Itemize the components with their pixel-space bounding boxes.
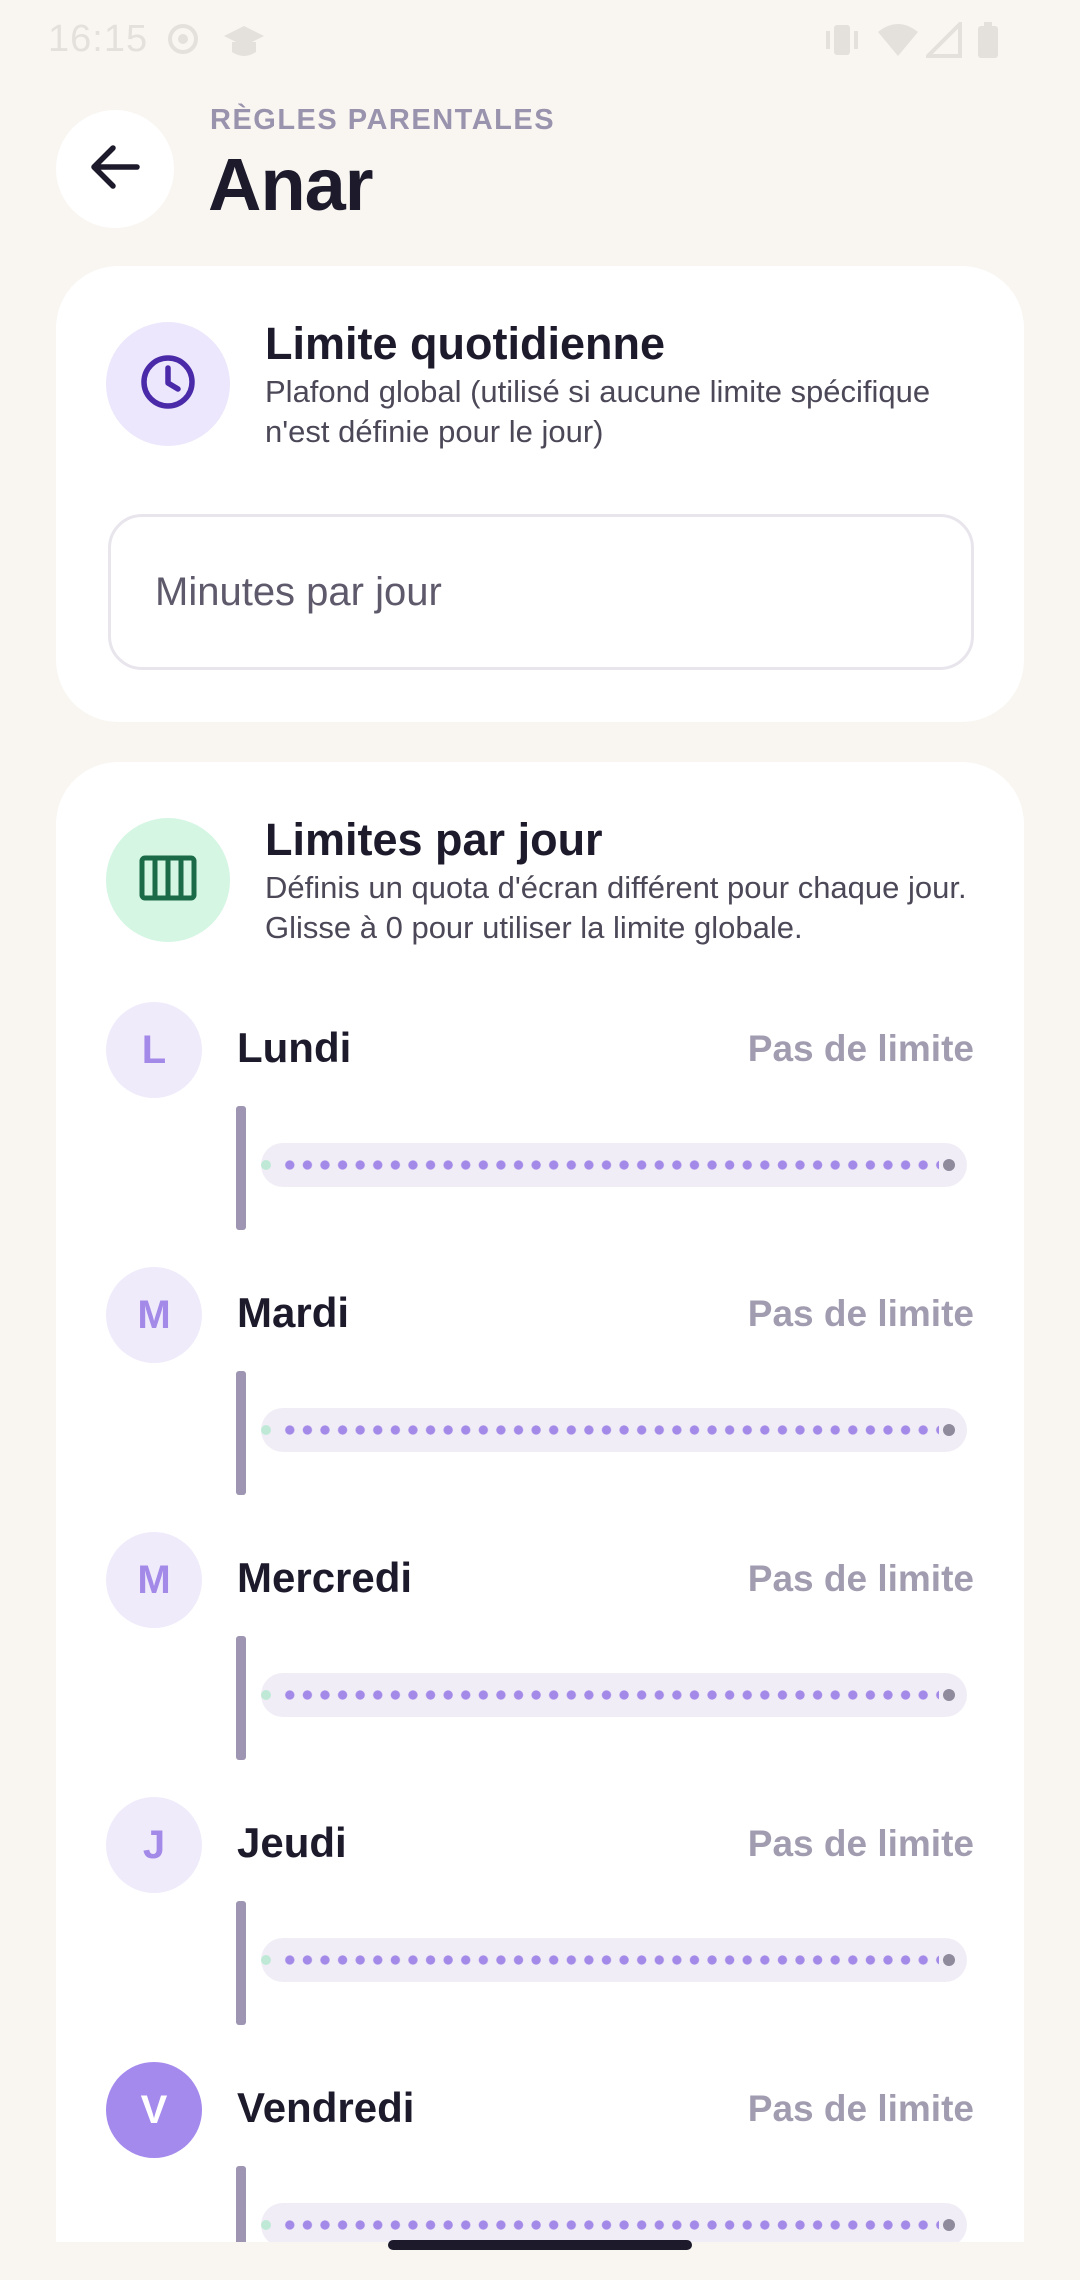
slider-end-marker (943, 1424, 955, 1436)
signal-icon (923, 19, 962, 63)
daily-limit-description: Plafond global (utilisé si aucune limite… (265, 374, 931, 449)
day-limit-slider[interactable] (261, 2203, 967, 2242)
minutes-per-day-field[interactable] (108, 514, 974, 670)
day-name: Lundi (237, 1024, 352, 1071)
day-row-lundi: L Lundi Pas de limite (56, 1002, 1024, 1267)
day-name: Mercredi (237, 1554, 413, 1601)
status-time: 16:15 (48, 18, 149, 60)
slider-end-marker (943, 2219, 955, 2231)
status-bar: 16:15 (0, 0, 1080, 80)
battery-icon (976, 22, 1000, 65)
slider-thumb[interactable] (261, 1690, 271, 1700)
clock-icon (138, 352, 198, 417)
day-avatar: M (106, 1267, 202, 1363)
slider-thumb[interactable] (261, 1425, 271, 1435)
day-divider (236, 2166, 246, 2242)
daily-limit-card: Limite quotidienne Plafond global (utili… (56, 266, 1024, 722)
sync-icon (166, 22, 200, 61)
slider-thumb[interactable] (261, 1160, 271, 1170)
slider-ticks (281, 2220, 939, 2230)
daily-limit-title: Limite quotidienne (265, 318, 665, 369)
day-name: Mardi (237, 1289, 350, 1336)
day-row-vendredi: V Vendredi Pas de limite (56, 2062, 1024, 2242)
per-day-icon-badge (106, 818, 230, 942)
home-indicator[interactable] (388, 2240, 692, 2250)
day-row-mercredi: M Mercredi Pas de limite (56, 1532, 1024, 1797)
per-day-limits-card: Limites par jour Définis un quota d'écra… (56, 762, 1024, 2242)
day-row-mardi: M Mardi Pas de limite (56, 1267, 1024, 1532)
calendar-columns-icon (139, 855, 197, 906)
day-divider (236, 1106, 246, 1230)
day-limit-slider[interactable] (261, 1408, 967, 1452)
day-limit-value: Pas de limite (747, 2088, 974, 2129)
slider-ticks (281, 1955, 939, 1965)
slider-ticks (281, 1690, 939, 1700)
arrow-left-icon (89, 144, 141, 195)
day-divider (236, 1371, 246, 1495)
slider-end-marker (943, 1954, 955, 1966)
day-limit-value: Pas de limite (747, 1293, 974, 1334)
page-title: Anar (208, 143, 374, 226)
header-eyebrow: RÈGLES PARENTALES (210, 104, 556, 136)
day-avatar: L (106, 1002, 202, 1098)
day-divider (236, 1636, 246, 1760)
day-limit-value: Pas de limite (747, 1558, 974, 1599)
slider-thumb[interactable] (261, 1955, 271, 1965)
mortarboard-icon (222, 22, 266, 67)
day-avatar: M (106, 1532, 202, 1628)
day-limit-value: Pas de limite (747, 1028, 974, 1069)
back-button[interactable] (56, 110, 174, 228)
vibrate-icon (822, 22, 862, 63)
daily-limit-icon-badge (106, 322, 230, 446)
day-limit-value: Pas de limite (747, 1823, 974, 1864)
minutes-per-day-input[interactable] (155, 569, 971, 615)
day-avatar: J (106, 1797, 202, 1893)
slider-ticks (281, 1425, 939, 1435)
day-divider (236, 1901, 246, 2025)
day-name: Jeudi (237, 1819, 347, 1866)
per-day-title: Limites par jour (265, 814, 603, 865)
slider-ticks (281, 1160, 939, 1170)
day-name: Vendredi (237, 2084, 415, 2131)
slider-end-marker (943, 1689, 955, 1701)
day-avatar: V (106, 2062, 202, 2158)
day-limit-slider[interactable] (261, 1143, 967, 1187)
slider-end-marker (943, 1159, 955, 1171)
day-limit-slider[interactable] (261, 1673, 967, 1717)
per-day-description: Définis un quota d'écran différent pour … (265, 870, 967, 945)
wifi-icon (876, 22, 920, 63)
day-row-jeudi: J Jeudi Pas de limite (56, 1797, 1024, 2062)
day-limit-slider[interactable] (261, 1938, 967, 1982)
slider-thumb[interactable] (261, 2220, 271, 2230)
